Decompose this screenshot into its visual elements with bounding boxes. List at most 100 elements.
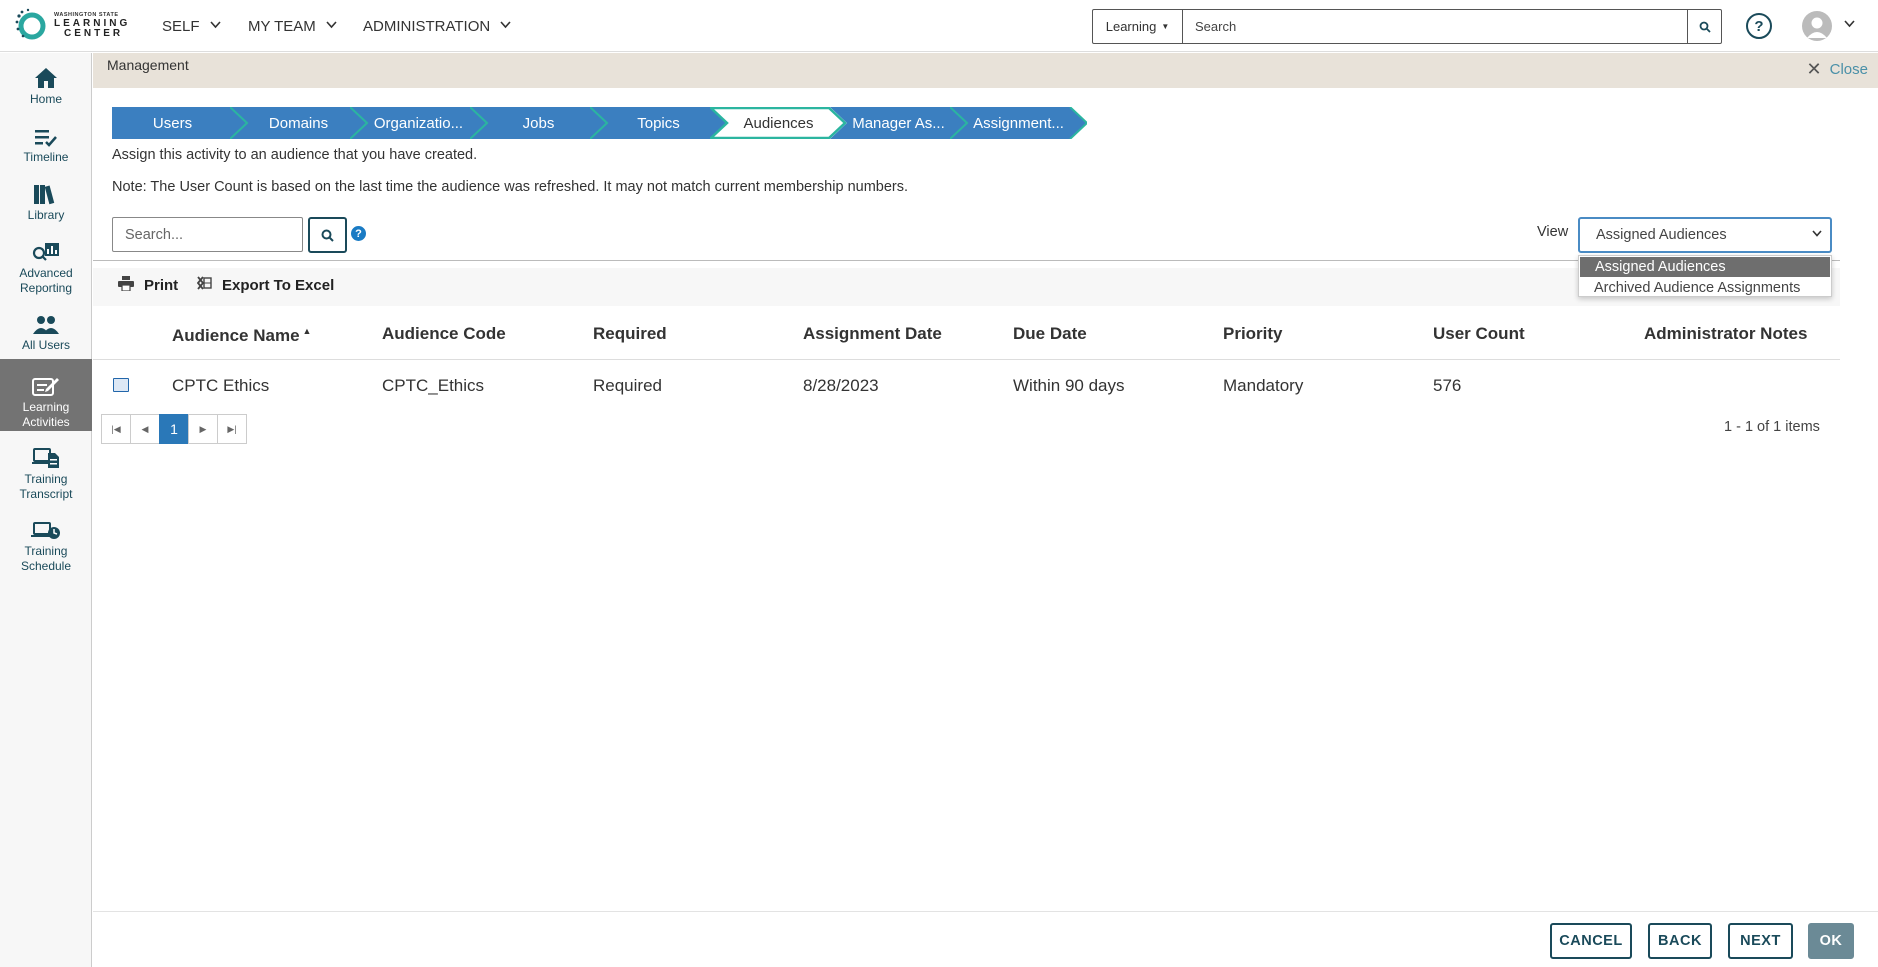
step-audiences[interactable]: Audiences [710, 107, 847, 139]
column-header-administrator-notes[interactable]: Administrator Notes [1644, 324, 1807, 344]
step-manager-assignments[interactable]: Manager As... [830, 107, 967, 139]
schedule-icon [31, 515, 61, 541]
close-label: Close [1829, 61, 1868, 78]
step-topics[interactable]: Topics [590, 107, 727, 139]
last-page-icon: ▶| [227, 423, 237, 434]
caret-down-icon: ▼ [1161, 22, 1170, 31]
sidebar-item-label: Home [29, 92, 62, 106]
sidebar-item-all-users[interactable]: All Users [0, 309, 92, 359]
table-header: Audience Name ▲ Audience Code Required As… [93, 320, 1840, 360]
step-organizations[interactable]: Organizatio... [350, 107, 487, 139]
sort-ascending-icon: ▲ [302, 326, 312, 336]
step-label: Manager As... [852, 114, 945, 132]
cell-audience-name: CPTC Ethics [172, 376, 270, 395]
step-jobs[interactable]: Jobs [470, 107, 607, 139]
sidebar-item-learning-activities[interactable]: Learning Activities [0, 359, 92, 431]
prev-page-button[interactable]: ◀ [130, 414, 160, 444]
view-select[interactable]: Assigned Audiences [1578, 217, 1832, 253]
nav-administration-label: ADMINISTRATION [363, 17, 491, 35]
sidebar-item-training-transcript[interactable]: Training Transcript [0, 443, 92, 505]
search-icon [321, 229, 334, 242]
export-excel-button[interactable]: Export To Excel [196, 276, 335, 294]
help-icon[interactable]: ? [351, 226, 366, 241]
sidebar-item-label: Training Schedule [20, 544, 72, 573]
step-label: Topics [637, 114, 680, 132]
step-assignments[interactable]: Assignment... [950, 107, 1087, 139]
sidebar-item-library[interactable]: Library [0, 179, 92, 229]
close-icon: ✕ [1806, 59, 1822, 79]
cell-user-count: 576 [1433, 376, 1462, 395]
column-header-assignment-date[interactable]: Assignment Date [803, 324, 942, 344]
view-option-archived[interactable]: Archived Audience Assignments [1579, 278, 1831, 298]
chevron-down-icon [500, 20, 511, 32]
column-header-user-count[interactable]: User Count [1433, 324, 1525, 344]
chevron-down-icon[interactable] [1844, 19, 1855, 31]
global-search-input[interactable]: Search [1183, 10, 1687, 43]
grid-search-button[interactable] [308, 217, 347, 253]
step-domains[interactable]: Domains [230, 107, 367, 139]
first-page-icon: |◀ [111, 423, 121, 434]
column-header-audience-name[interactable]: Audience Name ▲ [172, 326, 311, 346]
nav-administration[interactable]: ADMINISTRATION [363, 0, 511, 52]
search-scope-dropdown[interactable]: Learning ▼ [1093, 10, 1183, 43]
nav-self[interactable]: SELF [162, 0, 221, 52]
help-icon[interactable]: ? [1746, 13, 1772, 39]
sidebar-item-advanced-reporting[interactable]: Advanced Reporting [0, 237, 92, 299]
step-label: Organizatio... [373, 114, 464, 132]
next-page-button[interactable]: ▶ [188, 414, 218, 444]
audience-details-icon[interactable] [113, 378, 129, 392]
column-header-audience-code[interactable]: Audience Code [382, 324, 506, 344]
export-label: Export To Excel [222, 276, 335, 294]
sidebar-item-home[interactable]: Home [0, 63, 92, 113]
sidebar-item-label: Learning Activities [22, 400, 70, 429]
column-header-due-date[interactable]: Due Date [1013, 324, 1087, 344]
sidebar-item-label: Library [27, 208, 65, 222]
learning-activities-icon [32, 371, 60, 397]
view-selected-value: Assigned Audiences [1596, 227, 1727, 243]
back-button[interactable]: BACK [1648, 923, 1712, 959]
printer-icon [118, 276, 134, 295]
logo-line2: CENTER [64, 27, 124, 39]
avatar[interactable] [1802, 11, 1832, 41]
nav-my-team[interactable]: MY TEAM [248, 0, 337, 52]
view-option-assigned[interactable]: Assigned Audiences [1580, 257, 1830, 277]
cell-required: Required [593, 376, 662, 395]
nav-my-team-label: MY TEAM [248, 17, 316, 35]
ok-button[interactable]: OK [1808, 923, 1854, 959]
sidebar-item-timeline[interactable]: Timeline [0, 121, 92, 171]
first-page-button[interactable]: |◀ [101, 414, 131, 444]
learning-center-logo[interactable]: WASHINGTON STATE LEARNING CENTER [14, 8, 132, 44]
table-row: CPTC Ethics CPTC_Ethics Required 8/28/20… [93, 361, 1840, 409]
chevron-down-icon [326, 20, 337, 32]
grid-search-input[interactable]: Search... [112, 217, 303, 252]
print-label: Print [144, 277, 179, 294]
print-button[interactable]: Print [118, 276, 178, 295]
cell-due-date: Within 90 days [1013, 376, 1125, 395]
global-search-button[interactable] [1687, 10, 1721, 43]
sidebar-item-label: Advanced Reporting [19, 266, 73, 295]
view-label: View [1537, 224, 1569, 240]
users-icon [32, 309, 60, 335]
close-button[interactable]: ✕ Close [1807, 59, 1868, 80]
sidebar-item-training-schedule[interactable]: Training Schedule [0, 515, 92, 577]
last-page-button[interactable]: ▶| [217, 414, 247, 444]
next-button[interactable]: NEXT [1728, 923, 1793, 959]
home-icon [34, 63, 58, 89]
sidebar-item-label: Training Transcript [19, 472, 73, 501]
left-sidebar: Home Timeline Library Advanced Reporting… [0, 53, 92, 967]
column-header-priority[interactable]: Priority [1223, 324, 1283, 344]
sidebar-item-label: Timeline [23, 150, 69, 164]
global-search: Learning ▼ Search [1092, 9, 1722, 44]
cancel-button[interactable]: CANCEL [1550, 923, 1632, 959]
column-header-required[interactable]: Required [593, 324, 667, 344]
column-header-label: Audience Name [172, 326, 300, 345]
sidebar-item-label: All Users [21, 338, 70, 352]
page-title: Management [107, 57, 189, 73]
current-page-button[interactable]: 1 [159, 414, 189, 444]
step-label: Jobs [522, 114, 555, 132]
timeline-icon [34, 121, 58, 147]
logo-mark-icon [14, 8, 50, 44]
step-users[interactable]: Users [112, 107, 247, 139]
step-label: Users [152, 114, 193, 132]
management-bar: Management ✕ Close [93, 53, 1878, 88]
